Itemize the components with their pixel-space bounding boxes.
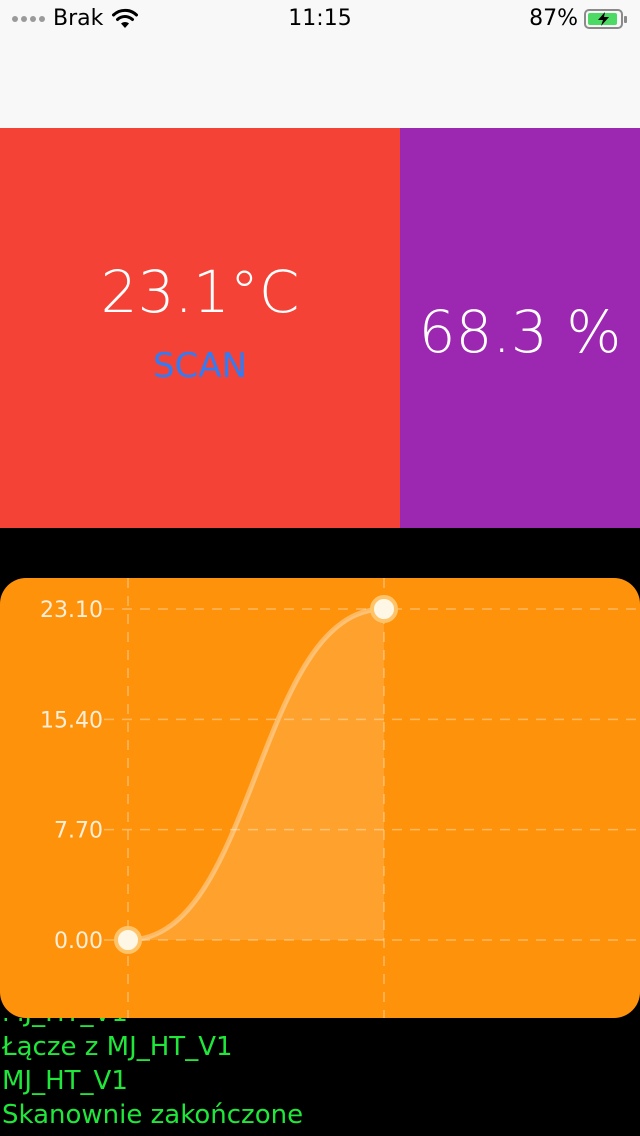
- temperature-panel: 23.1°C SCAN: [0, 128, 400, 528]
- battery-charging-icon: [584, 8, 627, 29]
- y-tick-label: 23.10: [40, 598, 103, 623]
- temperature-value: 23.1°C: [100, 258, 300, 326]
- data-point: [114, 926, 142, 954]
- humidity-value: 68.3 %: [418, 298, 622, 366]
- y-tick-label: 15.40: [40, 708, 103, 733]
- y-tick-label: 0.00: [54, 929, 103, 954]
- temperature-chart: 23.10 15.40 7.70 0.00: [0, 578, 640, 1018]
- log-line: Skanownie zakończone: [2, 1100, 304, 1130]
- status-right: 87%: [529, 6, 628, 31]
- log-output: MJ_HT_V1 Łącze z MJ_HT_V1 MJ_HT_V1 Skano…: [2, 1018, 638, 1136]
- log-line: Łącze z MJ_HT_V1: [2, 1032, 233, 1062]
- status-bar: Brak 11:15 87%: [0, 0, 640, 40]
- log-line: MJ_HT_V1: [2, 1018, 638, 1030]
- data-point: [370, 595, 398, 623]
- scan-button[interactable]: SCAN: [0, 346, 400, 386]
- humidity-panel: 68.3 %: [400, 128, 640, 528]
- chart-svg: 23.10 15.40 7.70 0.00: [40, 578, 640, 1018]
- battery-percent: 87%: [529, 6, 578, 31]
- navigation-bar: [0, 40, 640, 128]
- y-tick-label: 7.70: [54, 819, 103, 844]
- log-line: MJ_HT_V1: [2, 1066, 128, 1096]
